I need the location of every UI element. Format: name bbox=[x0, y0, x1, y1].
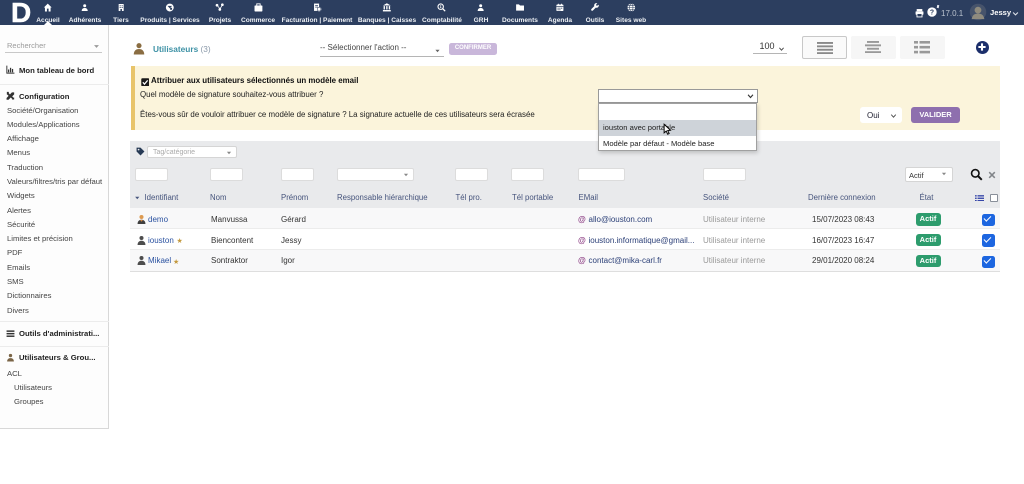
svg-text:?: ? bbox=[930, 10, 934, 17]
